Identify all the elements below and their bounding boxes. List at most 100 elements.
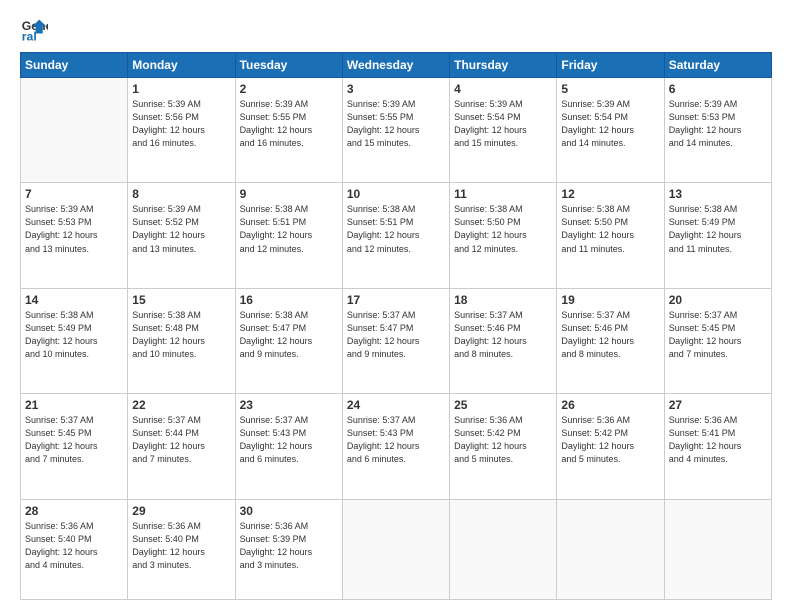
day-number: 3	[347, 82, 445, 96]
calendar-cell: 9 Sunrise: 5:38 AM Sunset: 5:51 PM Daylig…	[235, 183, 342, 288]
day-info: Sunrise: 5:38 AM Sunset: 5:50 PM Dayligh…	[561, 203, 659, 255]
day-header: Sunday	[21, 53, 128, 78]
day-info: Sunrise: 5:37 AM Sunset: 5:44 PM Dayligh…	[132, 414, 230, 466]
calendar-cell: 12 Sunrise: 5:38 AM Sunset: 5:50 PM Dayli…	[557, 183, 664, 288]
day-header: Monday	[128, 53, 235, 78]
day-info: Sunrise: 5:37 AM Sunset: 5:45 PM Dayligh…	[669, 309, 767, 361]
day-number: 21	[25, 398, 123, 412]
calendar-cell: 1 Sunrise: 5:39 AM Sunset: 5:56 PM Daylig…	[128, 78, 235, 183]
calendar-cell: 15 Sunrise: 5:38 AM Sunset: 5:48 PM Dayli…	[128, 288, 235, 393]
day-info: Sunrise: 5:36 AM Sunset: 5:39 PM Dayligh…	[240, 520, 338, 572]
calendar-cell	[450, 499, 557, 599]
day-header: Saturday	[664, 53, 771, 78]
day-info: Sunrise: 5:37 AM Sunset: 5:46 PM Dayligh…	[561, 309, 659, 361]
calendar-cell: 25 Sunrise: 5:36 AM Sunset: 5:42 PM Dayli…	[450, 394, 557, 499]
day-number: 24	[347, 398, 445, 412]
calendar-cell: 18Sunrise: 5:37 AM Sunset: 5:46 PM Dayli…	[450, 288, 557, 393]
logo-icon: Gene ral	[20, 16, 48, 44]
calendar-cell: 23 Sunrise: 5:37 AM Sunset: 5:43 PM Dayli…	[235, 394, 342, 499]
day-info: Sunrise: 5:36 AM Sunset: 5:41 PM Dayligh…	[669, 414, 767, 466]
day-info: Sunrise: 5:38 AM Sunset: 5:49 PM Dayligh…	[25, 309, 123, 361]
calendar-cell: 4 Sunrise: 5:39 AM Sunset: 5:54 PM Daylig…	[450, 78, 557, 183]
day-number: 11	[454, 187, 552, 201]
day-info: Sunrise: 5:38 AM Sunset: 5:48 PM Dayligh…	[132, 309, 230, 361]
calendar-cell: 6Sunrise: 5:39 AM Sunset: 5:53 PM Daylig…	[664, 78, 771, 183]
day-number: 29	[132, 504, 230, 518]
day-number: 1	[132, 82, 230, 96]
calendar-cell: 26 Sunrise: 5:36 AM Sunset: 5:42 PM Dayli…	[557, 394, 664, 499]
calendar-cell: 21Sunrise: 5:37 AM Sunset: 5:45 PM Dayli…	[21, 394, 128, 499]
day-number: 9	[240, 187, 338, 201]
day-number: 4	[454, 82, 552, 96]
day-header: Wednesday	[342, 53, 449, 78]
calendar-cell: 7 Sunrise: 5:39 AM Sunset: 5:53 PM Daylig…	[21, 183, 128, 288]
calendar-cell: 13 Sunrise: 5:38 AM Sunset: 5:49 PM Dayli…	[664, 183, 771, 288]
calendar-table: SundayMondayTuesdayWednesdayThursdayFrid…	[20, 52, 772, 600]
day-number: 2	[240, 82, 338, 96]
day-number: 19	[561, 293, 659, 307]
day-info: Sunrise: 5:37 AM Sunset: 5:47 PM Dayligh…	[347, 309, 445, 361]
day-number: 8	[132, 187, 230, 201]
page: Gene ral SundayMondayTuesdayWednesdayThu…	[0, 0, 792, 612]
day-info: Sunrise: 5:36 AM Sunset: 5:40 PM Dayligh…	[25, 520, 123, 572]
day-number: 22	[132, 398, 230, 412]
calendar-cell: 24 Sunrise: 5:37 AM Sunset: 5:43 PM Dayli…	[342, 394, 449, 499]
calendar-cell: 29Sunrise: 5:36 AM Sunset: 5:40 PM Dayli…	[128, 499, 235, 599]
day-number: 5	[561, 82, 659, 96]
day-info: Sunrise: 5:39 AM Sunset: 5:56 PM Dayligh…	[132, 98, 230, 150]
day-info: Sunrise: 5:39 AM Sunset: 5:54 PM Dayligh…	[454, 98, 552, 150]
calendar-cell	[342, 499, 449, 599]
day-info: Sunrise: 5:36 AM Sunset: 5:42 PM Dayligh…	[454, 414, 552, 466]
calendar-cell: 27 Sunrise: 5:36 AM Sunset: 5:41 PM Dayli…	[664, 394, 771, 499]
calendar-week-row: 28 Sunrise: 5:36 AM Sunset: 5:40 PM Dayli…	[21, 499, 772, 599]
day-header: Thursday	[450, 53, 557, 78]
day-info: Sunrise: 5:39 AM Sunset: 5:55 PM Dayligh…	[240, 98, 338, 150]
day-number: 23	[240, 398, 338, 412]
day-info: Sunrise: 5:36 AM Sunset: 5:42 PM Dayligh…	[561, 414, 659, 466]
header: Gene ral	[20, 16, 772, 44]
calendar-cell: 17 Sunrise: 5:37 AM Sunset: 5:47 PM Dayli…	[342, 288, 449, 393]
day-header: Friday	[557, 53, 664, 78]
calendar-cell: 3 Sunrise: 5:39 AM Sunset: 5:55 PM Daylig…	[342, 78, 449, 183]
calendar-cell: 16Sunrise: 5:38 AM Sunset: 5:47 PM Dayli…	[235, 288, 342, 393]
day-info: Sunrise: 5:38 AM Sunset: 5:47 PM Dayligh…	[240, 309, 338, 361]
logo: Gene ral	[20, 16, 52, 44]
day-number: 28	[25, 504, 123, 518]
day-number: 17	[347, 293, 445, 307]
day-number: 14	[25, 293, 123, 307]
calendar-week-row: 14 Sunrise: 5:38 AM Sunset: 5:49 PM Dayli…	[21, 288, 772, 393]
day-info: Sunrise: 5:39 AM Sunset: 5:53 PM Dayligh…	[669, 98, 767, 150]
day-number: 20	[669, 293, 767, 307]
calendar-cell: 2 Sunrise: 5:39 AM Sunset: 5:55 PM Daylig…	[235, 78, 342, 183]
day-number: 26	[561, 398, 659, 412]
calendar-cell: 14 Sunrise: 5:38 AM Sunset: 5:49 PM Dayli…	[21, 288, 128, 393]
calendar-cell: 10Sunrise: 5:38 AM Sunset: 5:51 PM Dayli…	[342, 183, 449, 288]
day-number: 15	[132, 293, 230, 307]
day-info: Sunrise: 5:39 AM Sunset: 5:55 PM Dayligh…	[347, 98, 445, 150]
day-number: 13	[669, 187, 767, 201]
day-info: Sunrise: 5:38 AM Sunset: 5:49 PM Dayligh…	[669, 203, 767, 255]
day-info: Sunrise: 5:38 AM Sunset: 5:50 PM Dayligh…	[454, 203, 552, 255]
day-number: 25	[454, 398, 552, 412]
day-info: Sunrise: 5:39 AM Sunset: 5:53 PM Dayligh…	[25, 203, 123, 255]
day-info: Sunrise: 5:37 AM Sunset: 5:46 PM Dayligh…	[454, 309, 552, 361]
calendar-cell	[664, 499, 771, 599]
day-info: Sunrise: 5:39 AM Sunset: 5:54 PM Dayligh…	[561, 98, 659, 150]
calendar-week-row: 7 Sunrise: 5:39 AM Sunset: 5:53 PM Daylig…	[21, 183, 772, 288]
svg-text:ral: ral	[22, 30, 37, 44]
day-info: Sunrise: 5:39 AM Sunset: 5:52 PM Dayligh…	[132, 203, 230, 255]
calendar-cell: 30Sunrise: 5:36 AM Sunset: 5:39 PM Dayli…	[235, 499, 342, 599]
calendar-cell: 5 Sunrise: 5:39 AM Sunset: 5:54 PM Daylig…	[557, 78, 664, 183]
calendar-cell: 19 Sunrise: 5:37 AM Sunset: 5:46 PM Dayli…	[557, 288, 664, 393]
day-info: Sunrise: 5:38 AM Sunset: 5:51 PM Dayligh…	[347, 203, 445, 255]
calendar-cell: 20 Sunrise: 5:37 AM Sunset: 5:45 PM Dayli…	[664, 288, 771, 393]
day-number: 7	[25, 187, 123, 201]
day-info: Sunrise: 5:37 AM Sunset: 5:43 PM Dayligh…	[240, 414, 338, 466]
day-info: Sunrise: 5:37 AM Sunset: 5:43 PM Dayligh…	[347, 414, 445, 466]
calendar-cell	[557, 499, 664, 599]
calendar-header-row: SundayMondayTuesdayWednesdayThursdayFrid…	[21, 53, 772, 78]
day-number: 27	[669, 398, 767, 412]
calendar-cell	[21, 78, 128, 183]
day-info: Sunrise: 5:38 AM Sunset: 5:51 PM Dayligh…	[240, 203, 338, 255]
day-number: 12	[561, 187, 659, 201]
